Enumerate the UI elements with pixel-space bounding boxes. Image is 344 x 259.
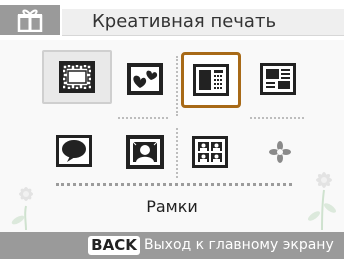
- portrait-frame-icon: [126, 135, 164, 169]
- creative-print-screen: Креативная печать Рамки BACK Выход к гла…: [0, 0, 344, 259]
- sparkle-icon: [269, 141, 291, 163]
- newspaper-layout-icon: [260, 63, 296, 95]
- menu-item-speech-bubble[interactable]: [48, 128, 100, 174]
- header: Креативная печать: [0, 0, 344, 40]
- page-title: Креативная печать: [92, 11, 277, 32]
- menu-item-multi-photo[interactable]: [184, 130, 236, 174]
- menu-item-sparkle[interactable]: [260, 130, 300, 174]
- selected-mode-label: Рамки: [146, 197, 198, 216]
- back-hint: Выход к главному экрану: [144, 237, 334, 253]
- speech-bubble-icon: [56, 135, 92, 167]
- multi-photo-icon: [192, 136, 228, 168]
- separator: [250, 117, 304, 119]
- divider: [56, 183, 292, 186]
- menu-item-stamp-frame[interactable]: [42, 50, 112, 104]
- separator: [118, 117, 168, 119]
- menu-item-hearts-frame[interactable]: [120, 56, 170, 102]
- separator: [176, 56, 178, 116]
- back-button[interactable]: BACK: [88, 236, 140, 255]
- gift-icon: [0, 5, 60, 35]
- separator: [176, 128, 178, 178]
- menu-item-calendar-layout[interactable]: [181, 52, 241, 108]
- stamp-frame-icon: [59, 61, 95, 93]
- menu-item-portrait-frame[interactable]: [118, 128, 172, 176]
- calendar-layout-icon: [193, 64, 229, 96]
- menu-item-newspaper-layout[interactable]: [252, 56, 304, 102]
- title-bar: Креативная печать: [62, 9, 344, 36]
- hearts-frame-icon: [127, 63, 163, 95]
